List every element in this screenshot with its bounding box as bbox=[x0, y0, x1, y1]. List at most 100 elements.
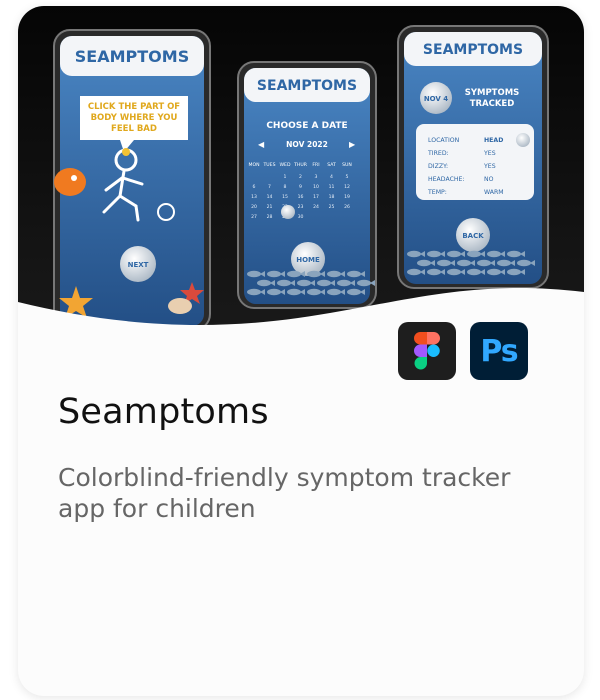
calendar-day[interactable]: 10 bbox=[313, 184, 319, 190]
calendar-day[interactable]: 26 bbox=[344, 204, 350, 210]
calendar-day[interactable]: 19 bbox=[344, 194, 350, 200]
calendar-day[interactable]: 25 bbox=[329, 204, 335, 210]
svg-text:NOV 4: NOV 4 bbox=[424, 95, 448, 103]
svg-text:NEXT: NEXT bbox=[128, 261, 149, 269]
fish-icon bbox=[267, 270, 281, 278]
calendar-day[interactable]: 15 bbox=[282, 194, 288, 200]
weekday-label: WED bbox=[280, 162, 291, 168]
prev-month-icon[interactable]: ◀ bbox=[258, 140, 265, 149]
calendar-day[interactable]: 6 bbox=[253, 184, 256, 190]
fish-icon bbox=[287, 270, 301, 278]
fish-icon bbox=[457, 259, 471, 267]
fish-icon bbox=[317, 279, 331, 287]
calendar-day[interactable]: 8 bbox=[284, 184, 287, 190]
fish-icon bbox=[327, 288, 341, 296]
fish-icon bbox=[487, 250, 501, 258]
weekday-label: THUR bbox=[293, 162, 308, 168]
calendar-day[interactable]: 27 bbox=[251, 214, 257, 220]
calendar-day[interactable]: 11 bbox=[329, 184, 335, 190]
fish-icon bbox=[337, 279, 351, 287]
calendar-day[interactable]: 3 bbox=[315, 174, 318, 180]
symptom-value: WARM bbox=[484, 189, 504, 196]
fish-icon bbox=[297, 279, 311, 287]
weekday-label: SAT bbox=[327, 162, 336, 168]
next-month-icon[interactable]: ▶ bbox=[349, 140, 356, 149]
project-preview-image: SEAMPTOMS CLICK THE PART OF BODY WHERE Y… bbox=[18, 6, 584, 346]
calendar-day[interactable]: 30 bbox=[298, 214, 304, 220]
calendar-day[interactable]: 24 bbox=[313, 204, 319, 210]
project-card[interactable]: SEAMPTOMS CLICK THE PART OF BODY WHERE Y… bbox=[18, 6, 584, 696]
fish-icon bbox=[357, 279, 371, 287]
svg-text:SEAMPTOMS: SEAMPTOMS bbox=[257, 78, 357, 94]
fish-icon bbox=[507, 250, 521, 258]
figma-icon bbox=[398, 322, 456, 380]
weekday-label: FRI bbox=[312, 162, 319, 168]
calendar-day[interactable]: 9 bbox=[299, 184, 302, 190]
phone-screen-calendar: SEAMPTOMS CHOOSE A DATE ◀ NOV 2022 ▶ MON… bbox=[237, 61, 377, 309]
calendar-day[interactable]: 20 bbox=[251, 204, 257, 210]
svg-text:BODY WHERE YOU: BODY WHERE YOU bbox=[91, 113, 178, 123]
fish-icon bbox=[467, 250, 481, 258]
fish-icon bbox=[307, 270, 321, 278]
fish-icon bbox=[267, 288, 281, 296]
symptom-label: TEMP: bbox=[427, 189, 447, 196]
symptom-value: HEAD bbox=[484, 137, 503, 144]
fish-icon bbox=[307, 288, 321, 296]
svg-text:FEEL BAD: FEEL BAD bbox=[111, 124, 157, 134]
svg-text:NOV 2022: NOV 2022 bbox=[286, 140, 328, 149]
svg-text:CLICK THE PART OF: CLICK THE PART OF bbox=[88, 102, 180, 112]
symptom-label: LOCATION bbox=[428, 137, 460, 144]
selected-date[interactable] bbox=[281, 205, 295, 219]
tool-icons: Ps bbox=[398, 322, 528, 380]
symptom-value: YES bbox=[483, 150, 496, 157]
svg-text:SEAMPTOMS: SEAMPTOMS bbox=[423, 42, 523, 58]
fish-icon bbox=[287, 288, 301, 296]
calendar-day[interactable]: 4 bbox=[330, 174, 333, 180]
symptom-label: HEADACHE: bbox=[428, 176, 465, 183]
calendar-day[interactable]: 1 bbox=[284, 174, 287, 180]
svg-text:SYMPTOMS: SYMPTOMS bbox=[465, 88, 520, 98]
fish-icon bbox=[347, 288, 361, 296]
fish-icon bbox=[347, 270, 361, 278]
phone-screen-symptoms: SEAMPTOMS NOV 4 SYMPTOMS TRACKED LOCATIO… bbox=[397, 25, 549, 289]
fish-icon bbox=[447, 268, 461, 276]
fish-icon bbox=[417, 259, 431, 267]
calendar-day[interactable]: 13 bbox=[251, 194, 257, 200]
svg-text:BACK: BACK bbox=[462, 232, 484, 240]
symptom-value: YES bbox=[483, 163, 496, 170]
phone-screen-body-select: SEAMPTOMS CLICK THE PART OF BODY WHERE Y… bbox=[53, 29, 211, 331]
calendar-day[interactable]: 14 bbox=[267, 194, 273, 200]
fish-icon bbox=[327, 270, 341, 278]
fish-icon bbox=[247, 270, 261, 278]
svg-text:CHOOSE A DATE: CHOOSE A DATE bbox=[266, 121, 347, 131]
weekday-label: MON bbox=[248, 162, 259, 168]
symptom-label: DIZZY: bbox=[428, 163, 448, 170]
fish-icon bbox=[437, 259, 451, 267]
calendar-day[interactable]: 12 bbox=[344, 184, 350, 190]
fish-icon bbox=[467, 268, 481, 276]
fish-icon bbox=[517, 259, 531, 267]
svg-text:TRACKED: TRACKED bbox=[470, 99, 515, 109]
calendar-day[interactable]: 5 bbox=[346, 174, 349, 180]
calendar-day[interactable]: 16 bbox=[298, 194, 304, 200]
fish-icon bbox=[447, 250, 461, 258]
fish-icon bbox=[507, 268, 521, 276]
fish-icon bbox=[487, 268, 501, 276]
project-title: Seamptoms bbox=[58, 392, 269, 432]
fish-icon bbox=[477, 259, 491, 267]
photoshop-label: Ps bbox=[480, 333, 518, 369]
fish-icon bbox=[407, 268, 421, 276]
svg-text:HOME: HOME bbox=[296, 256, 320, 264]
calendar-day[interactable]: 23 bbox=[298, 204, 304, 210]
fish-icon bbox=[497, 259, 511, 267]
calendar-day[interactable]: 2 bbox=[299, 174, 302, 180]
calendar-day[interactable]: 21 bbox=[267, 204, 273, 210]
fish-icon bbox=[277, 279, 291, 287]
calendar-day[interactable]: 17 bbox=[313, 194, 319, 200]
photoshop-icon: Ps bbox=[470, 322, 528, 380]
calendar-day[interactable]: 7 bbox=[268, 184, 271, 190]
app-logo: SEAMPTOMS bbox=[75, 47, 189, 66]
calendar-day[interactable]: 18 bbox=[329, 194, 335, 200]
calendar-day[interactable]: 28 bbox=[267, 214, 273, 220]
weekday-label: TUES bbox=[263, 162, 276, 168]
